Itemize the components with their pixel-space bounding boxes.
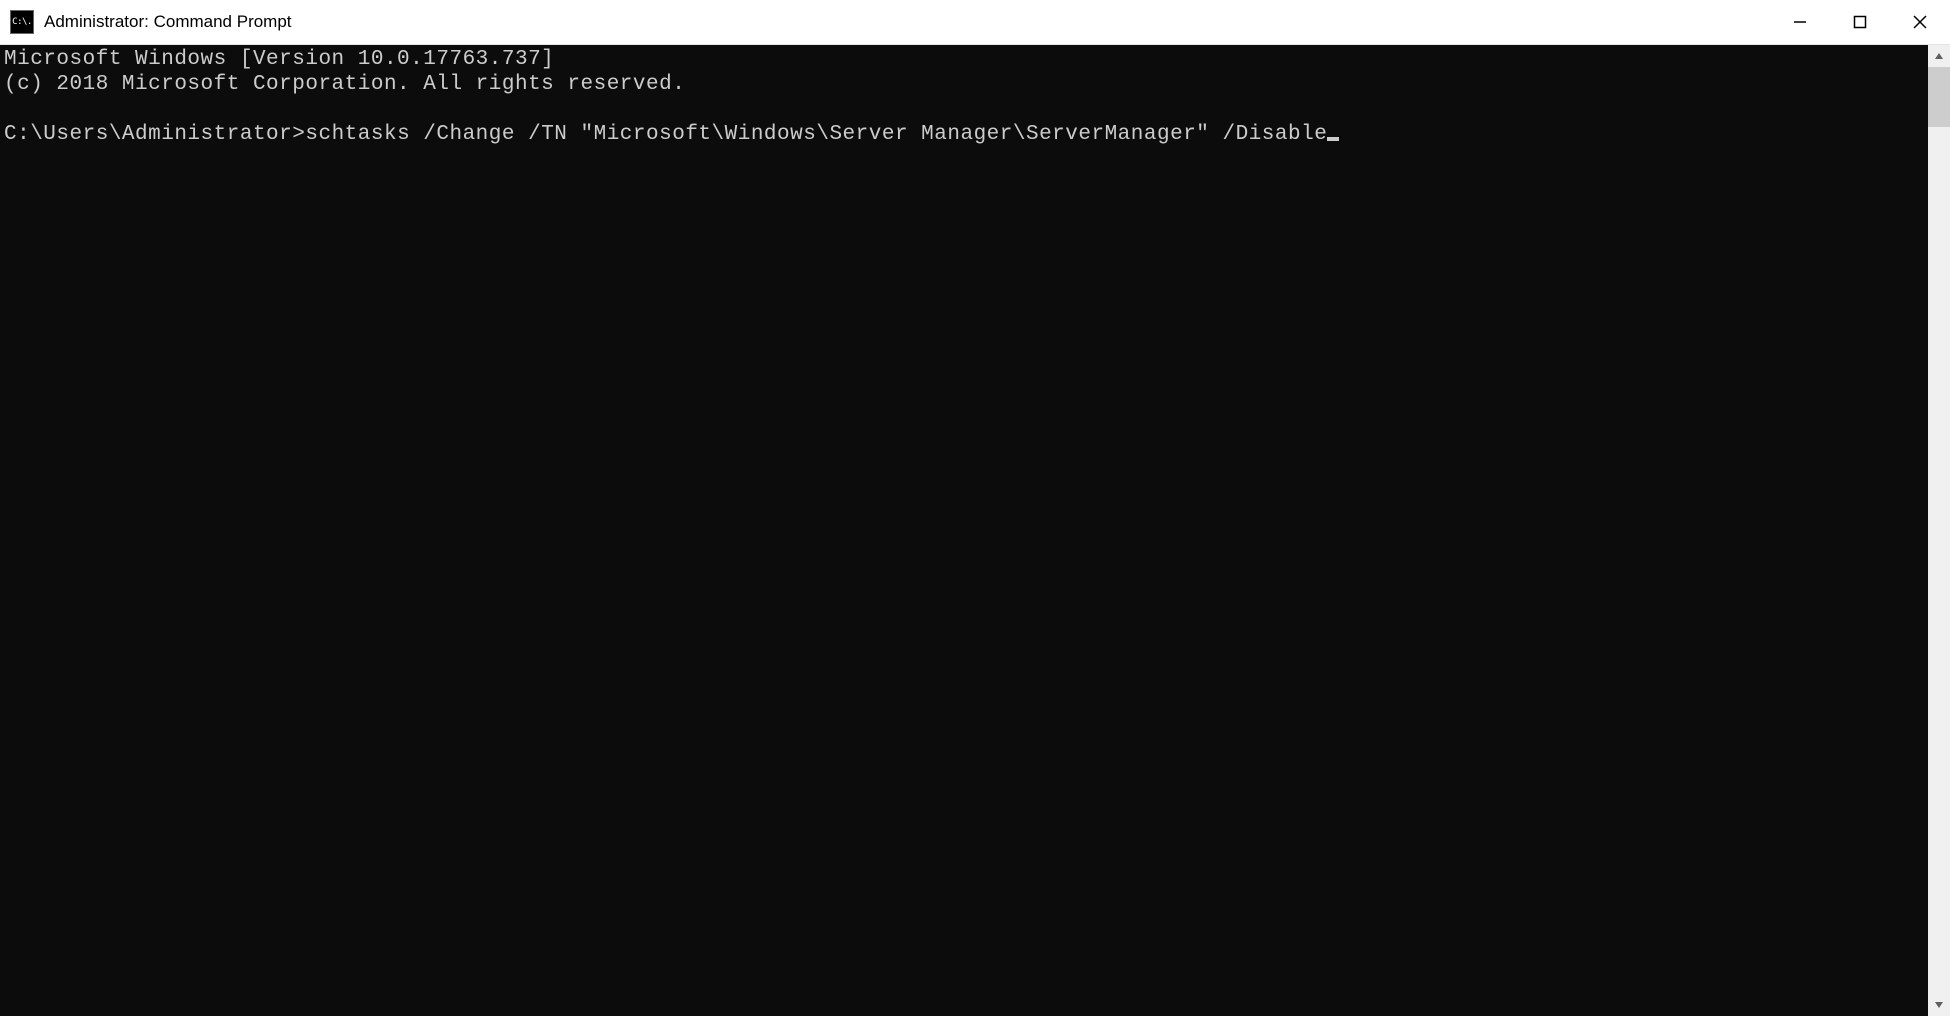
console-prompt: C:\Users\Administrator> xyxy=(4,123,305,146)
chevron-down-icon xyxy=(1934,1000,1944,1010)
chevron-up-icon xyxy=(1934,51,1944,61)
maximize-button[interactable] xyxy=(1830,0,1890,44)
maximize-icon xyxy=(1853,15,1867,29)
vertical-scrollbar[interactable] xyxy=(1928,45,1950,1016)
scroll-thumb[interactable] xyxy=(1928,67,1950,127)
command-prompt-icon-text: C:\. xyxy=(12,18,32,27)
titlebar[interactable]: C:\. Administrator: Command Prompt xyxy=(0,0,1950,45)
scroll-down-button[interactable] xyxy=(1928,994,1950,1016)
scroll-track[interactable] xyxy=(1928,67,1950,994)
console-command: schtasks /Change /TN "Microsoft\Windows\… xyxy=(305,123,1327,146)
close-icon xyxy=(1913,15,1927,29)
close-button[interactable] xyxy=(1890,0,1950,44)
console-line-version: Microsoft Windows [Version 10.0.17763.73… xyxy=(4,48,554,71)
text-cursor xyxy=(1327,137,1339,141)
console-output[interactable]: Microsoft Windows [Version 10.0.17763.73… xyxy=(0,45,1928,1016)
command-prompt-icon: C:\. xyxy=(10,10,34,34)
window: C:\. Administrator: Command Prompt Micro… xyxy=(0,0,1950,1016)
window-title: Administrator: Command Prompt xyxy=(44,12,292,32)
window-controls xyxy=(1770,0,1950,44)
minimize-icon xyxy=(1793,15,1807,29)
titlebar-left: C:\. Administrator: Command Prompt xyxy=(0,10,292,34)
minimize-button[interactable] xyxy=(1770,0,1830,44)
scroll-up-button[interactable] xyxy=(1928,45,1950,67)
console-line-copyright: (c) 2018 Microsoft Corporation. All righ… xyxy=(4,73,685,96)
client-area: Microsoft Windows [Version 10.0.17763.73… xyxy=(0,45,1950,1016)
